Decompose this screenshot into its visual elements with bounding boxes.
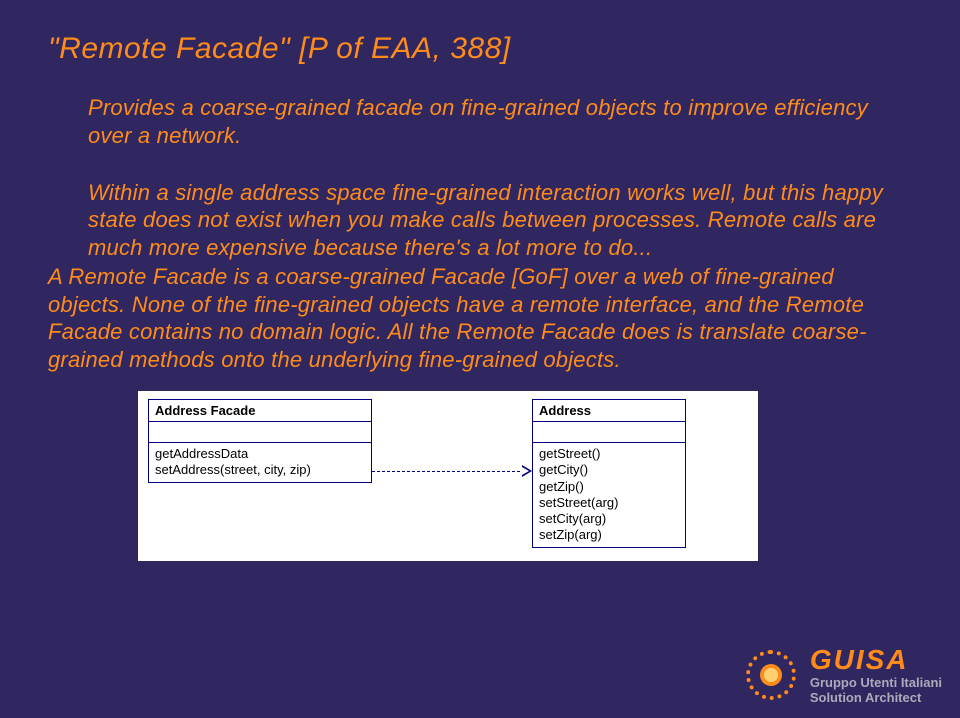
uml-class-address-facade: Address Facade getAddressData setAddress… <box>148 399 372 483</box>
slide-body: Provides a coarse-grained facade on fine… <box>48 94 912 373</box>
uml-method: getAddressData <box>155 446 365 462</box>
uml-method: getZip() <box>539 479 679 495</box>
uml-method: getCity() <box>539 462 679 478</box>
uml-attr-compartment <box>533 422 685 443</box>
uml-method: setAddress(street, city, zip) <box>155 462 365 478</box>
paragraph-2: Within a single address space fine-grain… <box>48 179 912 262</box>
footer-text: GUISA Gruppo Utenti Italiani Solution Ar… <box>810 646 942 704</box>
paragraph-1: Provides a coarse-grained facade on fine… <box>48 94 912 149</box>
footer-line2: Solution Architect <box>810 691 942 704</box>
slide: "Remote Facade" [P of EAA, 388] Provides… <box>0 0 960 718</box>
slide-title: "Remote Facade" [P of EAA, 388] <box>48 32 912 66</box>
footer-line1: Gruppo Utenti Italiani <box>810 676 942 689</box>
uml-arrowhead-icon <box>522 465 532 477</box>
footer-brand: GUISA <box>810 646 942 674</box>
paragraph-3: A Remote Facade is a coarse-grained Faca… <box>48 263 912 373</box>
uml-method: setStreet(arg) <box>539 495 679 511</box>
uml-classname: Address <box>533 400 685 422</box>
uml-method-compartment: getStreet() getCity() getZip() setStreet… <box>533 443 685 547</box>
uml-dependency-arrow <box>372 471 530 472</box>
uml-diagram-wrap: Address Facade getAddressData setAddress… <box>48 391 912 561</box>
footer: GUISA Gruppo Utenti Italiani Solution Ar… <box>0 646 960 704</box>
uml-method-compartment: getAddressData setAddress(street, city, … <box>149 443 371 482</box>
uml-attr-compartment <box>149 422 371 443</box>
uml-diagram: Address Facade getAddressData setAddress… <box>138 391 758 561</box>
uml-method: setZip(arg) <box>539 527 679 543</box>
uml-method: getStreet() <box>539 446 679 462</box>
uml-class-address: Address getStreet() getCity() getZip() s… <box>532 399 686 548</box>
uml-classname: Address Facade <box>149 400 371 422</box>
uml-method: setCity(arg) <box>539 511 679 527</box>
guisa-logo-icon <box>746 650 796 700</box>
